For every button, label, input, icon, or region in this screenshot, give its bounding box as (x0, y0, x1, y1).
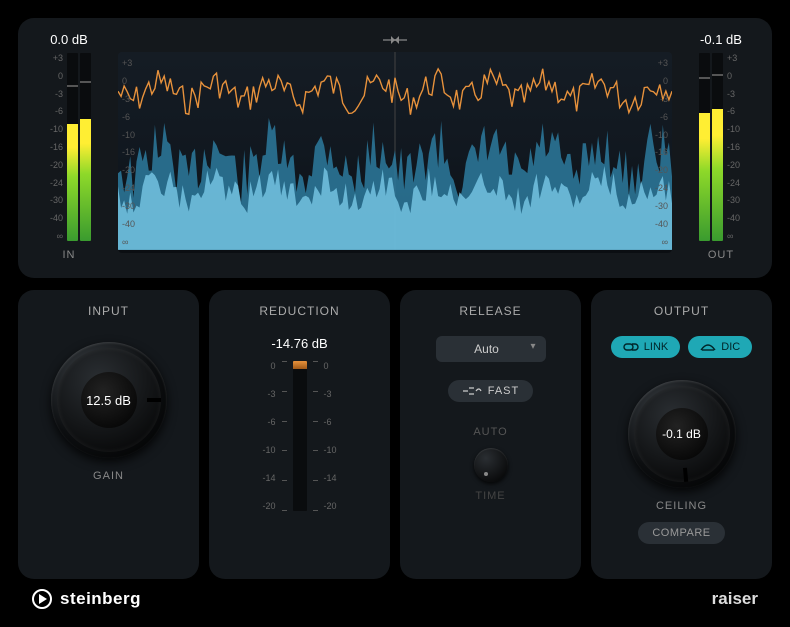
reduction-bar (293, 361, 307, 511)
brand-icon (32, 589, 52, 609)
plugin-window: 0.0 dB +30-3-6-10-16-20-24-30-40∞ IN (0, 0, 790, 627)
panel-title: INPUT (88, 304, 129, 318)
output-meter-value: -0.1 dB (700, 32, 742, 47)
knob-marker (682, 468, 687, 482)
meter-peak (712, 74, 723, 76)
ceiling-value: -0.1 dB (656, 408, 708, 460)
meter-waveform-panel: 0.0 dB +30-3-6-10-16-20-24-30-40∞ IN (18, 18, 772, 278)
reduction-scale: 0-3-6-10-14-20 (324, 361, 344, 511)
meter-fill (67, 124, 78, 241)
release-time-knob[interactable] (474, 448, 508, 482)
waveform-area: +30-3-6-10-16-20-24-30-40∞ +30-3-6-10-16… (118, 32, 672, 253)
release-panel: RELEASE Auto FAST AUTO TIME (400, 290, 581, 579)
reduction-meter: 0-3-6-10-14-20 0-3-6-10-14-20 (256, 361, 344, 511)
meter-fill (80, 119, 91, 241)
reduction-scale: 0-3-6-10-14-20 (256, 361, 276, 511)
output-meter-label: OUT (708, 249, 734, 261)
reduction-dashes (313, 361, 318, 511)
meter-peak (699, 77, 710, 79)
meter-scale: +30-3-6-10-16-20-24-30-40∞ (47, 53, 63, 241)
meter-fill (712, 109, 723, 241)
waveform-display[interactable]: +30-3-6-10-16-20-24-30-40∞ +30-3-6-10-16… (118, 52, 672, 253)
fast-label: FAST (488, 385, 520, 397)
link-icon (623, 342, 639, 352)
brand: steinberg (32, 589, 141, 609)
dic-label: DIC (721, 341, 740, 353)
reduction-fill (293, 361, 307, 369)
time-label: TIME (475, 490, 505, 502)
fast-button[interactable]: FAST (448, 380, 534, 402)
reduction-panel: REDUCTION -14.76 dB 0-3-6-10-14-20 0-3-6… (209, 290, 390, 579)
output-meter-bar-l (699, 53, 710, 241)
gain-label: GAIN (93, 470, 124, 482)
output-panel: OUTPUT LINK DIC -0.1 dB CEILING COMPARE (591, 290, 772, 579)
panel-title: REDUCTION (259, 304, 339, 318)
input-meter: 0.0 dB +30-3-6-10-16-20-24-30-40∞ IN (28, 32, 110, 261)
input-meter-bar-l (67, 53, 78, 241)
meter-fill (699, 113, 710, 241)
compare-button[interactable]: COMPARE (638, 522, 724, 544)
ceiling-label: CEILING (656, 500, 707, 512)
knob-marker (147, 398, 161, 402)
meter-scale: +30-3-6-10-16-20-24-30-40∞ (727, 53, 743, 241)
meter-peak (80, 81, 91, 83)
ceiling-knob[interactable]: -0.1 dB (628, 380, 736, 488)
waveform-scale: +30-3-6-10-16-20-24-30-40∞ (644, 52, 672, 253)
reduction-value: -14.76 dB (271, 336, 327, 351)
panel-title: RELEASE (459, 304, 521, 318)
input-panel: INPUT 12.5 dB GAIN (18, 290, 199, 579)
reduction-dashes (282, 361, 287, 511)
gain-value: 12.5 dB (81, 372, 137, 428)
link-label: LINK (644, 341, 668, 353)
panel-title: OUTPUT (654, 304, 709, 318)
meter-peak (67, 85, 78, 87)
input-meter-bar-r (80, 53, 91, 241)
product-name: raiser (712, 589, 758, 609)
dic-icon (700, 342, 716, 352)
brand-name: steinberg (60, 589, 141, 609)
dic-button[interactable]: DIC (688, 336, 752, 358)
footer: steinberg raiser (18, 579, 772, 609)
waveform-svg (118, 52, 672, 250)
gain-knob[interactable]: 12.5 dB (51, 342, 167, 458)
waveform-scale: +30-3-6-10-16-20-24-30-40∞ (118, 52, 146, 253)
link-button[interactable]: LINK (611, 336, 680, 358)
input-meter-value: 0.0 dB (50, 32, 88, 47)
release-mode-select[interactable]: Auto (436, 336, 546, 362)
output-meter-bar-r (712, 53, 723, 241)
balance-icon[interactable] (381, 32, 409, 48)
fast-icon (462, 386, 482, 396)
output-meter: -0.1 dB +30-3-6-10-16-20-24-30-40∞ OUT (680, 32, 762, 261)
auto-label: AUTO (473, 426, 507, 438)
input-meter-label: IN (63, 249, 76, 261)
